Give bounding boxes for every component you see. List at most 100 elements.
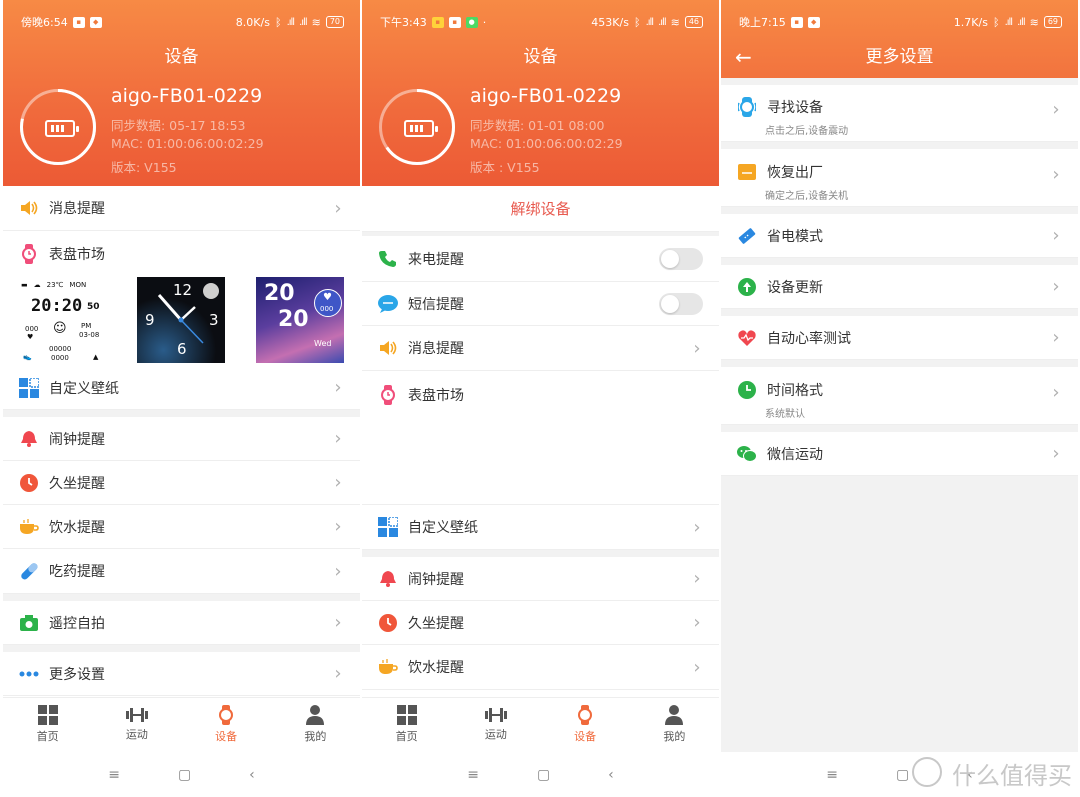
wechat-icon xyxy=(737,444,757,464)
row-power-saving[interactable]: 省电模式 › xyxy=(721,214,1078,258)
astronaut-icon: ☺ xyxy=(53,321,67,336)
tab-label: 设备 xyxy=(215,730,238,743)
wf3-min: 20 xyxy=(278,307,309,332)
unbind-device-button[interactable]: 解绑设备 xyxy=(362,186,719,232)
wf1-temp: 23℃ xyxy=(46,281,64,289)
tab-home[interactable]: 首页 xyxy=(3,698,92,751)
wf1-v3: 0000 xyxy=(51,354,69,362)
clock-icon xyxy=(19,473,39,493)
row-watchface-market[interactable]: 表盘市场 xyxy=(362,371,719,505)
home-nav-icon[interactable]: ▢ xyxy=(178,767,191,783)
battery-level-icon xyxy=(45,120,79,137)
clock-icon xyxy=(378,613,398,633)
back-nav-icon[interactable]: ‹ xyxy=(249,767,255,783)
row-custom-wallpaper[interactable]: 自定义壁纸 › xyxy=(362,505,719,550)
row-sedentary[interactable]: 久坐提醒 › xyxy=(362,601,719,645)
row-factory-reset[interactable]: 恢复出厂 › 确定之后,设备关机 xyxy=(721,149,1078,207)
row-label: 久坐提醒 xyxy=(408,615,464,632)
chevron-right-icon: › xyxy=(1052,382,1060,403)
row-label: 更多设置 xyxy=(49,666,105,683)
person-icon xyxy=(665,705,684,725)
note-notify-icon: ▪ xyxy=(431,16,444,28)
battery-icon: 69 xyxy=(1043,16,1062,28)
row-custom-wallpaper[interactable]: 自定义壁纸 › xyxy=(3,366,360,410)
dumbbell-icon xyxy=(125,708,148,722)
device-name: aigo-FB01-0229 xyxy=(470,85,622,107)
menu-nav-icon[interactable]: ≡ xyxy=(467,767,479,783)
watch-icon xyxy=(578,705,593,725)
sms-reminder-toggle[interactable] xyxy=(659,292,703,315)
row-message-reminder[interactable]: 消息提醒 › xyxy=(362,326,719,371)
steps-icon: 👟 xyxy=(23,353,32,361)
cup-icon xyxy=(19,517,39,537)
home-nav-icon[interactable]: ▢ xyxy=(896,767,909,783)
wf1-v1: 000 xyxy=(25,325,39,333)
watchface-galaxy[interactable]: 20 20 ♥ 000 Wed xyxy=(256,277,344,363)
row-more-settings[interactable]: 更多设置 › xyxy=(3,652,360,696)
tab-device[interactable]: 设备 xyxy=(182,698,271,751)
grid-icon xyxy=(37,705,58,725)
menu-nav-icon[interactable]: ≡ xyxy=(108,767,120,783)
cup-icon xyxy=(378,657,398,677)
shield-notify-icon: ◆ xyxy=(807,16,820,28)
row-watchface-market[interactable]: 表盘市场 xyxy=(3,231,360,277)
person-icon xyxy=(306,705,325,725)
watchface-analog[interactable]: 12 9 3 6 xyxy=(137,277,225,363)
chevron-right-icon: › xyxy=(1052,443,1060,464)
menu-nav-icon[interactable]: ≡ xyxy=(826,767,838,783)
status-time: 晚上7:15 xyxy=(739,16,786,29)
row-remote-selfie[interactable]: 遥控自拍 › xyxy=(3,601,360,645)
row-label: 吃药提醒 xyxy=(49,564,105,580)
watermark-logo-icon xyxy=(912,757,942,787)
signal-icon: .ıll xyxy=(286,16,295,28)
system-nav-bar: ≡ ▢ ‹ xyxy=(362,752,719,797)
tab-sport[interactable]: 运动 xyxy=(92,698,181,751)
wf3-hour: 20 xyxy=(264,281,295,306)
heart-icon: ♥ xyxy=(323,292,332,303)
row-alarm[interactable]: 闹钟提醒 › xyxy=(3,417,360,461)
device-name: aigo-FB01-0229 xyxy=(111,85,263,107)
row-water[interactable]: 饮水提醒 › xyxy=(3,505,360,549)
section-gap xyxy=(3,410,360,417)
bottom-tab-bar: 首页 运动 设备 我的 xyxy=(362,697,719,751)
wf1-day: MON xyxy=(69,281,87,289)
row-time-format[interactable]: 时间格式 › 系统默认 xyxy=(721,367,1078,425)
app-notify-icon: ▪ xyxy=(790,16,803,28)
tab-mine[interactable]: 我的 xyxy=(271,698,360,751)
row-find-device[interactable]: 寻找设备 › 点击之后,设备震动 xyxy=(721,85,1078,142)
row-device-update[interactable]: 设备更新 › xyxy=(721,265,1078,309)
row-sedentary[interactable]: 久坐提醒 › xyxy=(3,461,360,505)
row-label: 消息提醒 xyxy=(408,341,464,357)
row-water[interactable]: 饮水提醒 › xyxy=(362,645,719,690)
row-alarm[interactable]: 闹钟提醒 › xyxy=(362,557,719,601)
wifi-icon: ≋ xyxy=(670,15,680,29)
status-bar: 下午3:43 ▪ ▪ ● · 453K/s ᛒ .ıll .ıll ≋ 46 xyxy=(362,0,719,44)
row-message-reminder[interactable]: 消息提醒 › xyxy=(3,186,360,231)
firmware-version: 版本: V155 xyxy=(111,160,177,175)
back-nav-icon[interactable]: ‹ xyxy=(608,767,614,783)
tab-home[interactable]: 首页 xyxy=(362,698,451,751)
find-device-icon xyxy=(737,97,757,117)
section-gap xyxy=(721,207,1078,214)
chevron-right-icon: › xyxy=(693,568,701,589)
watchface-digital[interactable]: ▬ ☁ 23℃ MON 20:20 50 ☺ 000 ♥ PM 03-08 00000… xyxy=(19,277,107,363)
row-medicine[interactable]: 吃药提醒 › xyxy=(3,549,360,594)
tab-mine[interactable]: 我的 xyxy=(630,698,719,751)
heart-rate-icon xyxy=(737,328,757,348)
wifi-icon: ≋ xyxy=(1029,15,1039,29)
row-call-reminder[interactable]: 来电提醒 xyxy=(362,236,719,282)
screen-more-settings: 晚上7:15 ▪ ◆ 1.7K/s ᛒ .ıll .ıll ≋ 69 ← 更多设… xyxy=(721,0,1078,797)
home-nav-icon[interactable]: ▢ xyxy=(537,767,550,783)
call-reminder-toggle[interactable] xyxy=(659,247,703,270)
firmware-version: 版本 : V155 xyxy=(470,160,540,175)
tab-device[interactable]: 设备 xyxy=(541,698,630,751)
row-heart-rate-test[interactable]: 自动心率测试 › xyxy=(721,316,1078,360)
row-sms-reminder[interactable]: 短信提醒 xyxy=(362,282,719,326)
status-bar: 晚上7:15 ▪ ◆ 1.7K/s ᛒ .ıll .ıll ≋ 69 xyxy=(721,0,1078,44)
row-wechat-sport[interactable]: 微信运动 › xyxy=(721,432,1078,476)
tab-sport[interactable]: 运动 xyxy=(451,698,540,751)
grid-icon xyxy=(396,705,417,725)
tab-label: 运动 xyxy=(484,728,507,741)
signal2-icon: .ıll xyxy=(658,16,666,28)
watch-icon xyxy=(219,705,234,725)
